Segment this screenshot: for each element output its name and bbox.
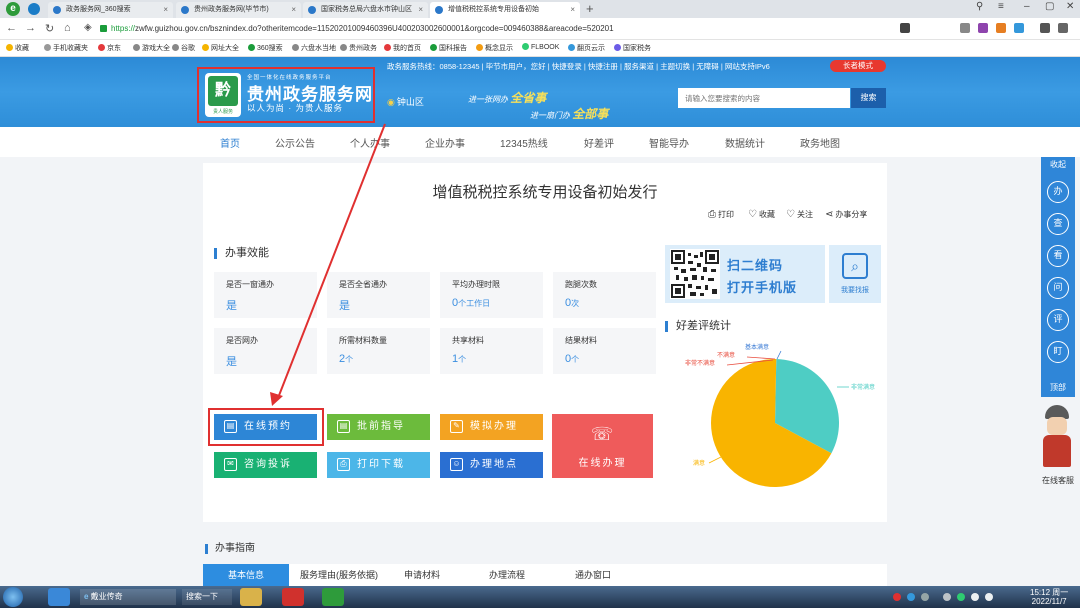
tab-window[interactable]: 通办窗口 [559, 564, 627, 587]
sidebar-ask-icon[interactable]: 问 [1047, 277, 1069, 299]
ie-icon: e [84, 592, 91, 601]
tray-icon[interactable] [957, 593, 965, 601]
tab-basic-info[interactable]: 基本信息 [203, 564, 289, 587]
tray-icon[interactable] [971, 593, 979, 601]
clock-time: 15:12 周一 [1030, 588, 1069, 597]
tray-icon[interactable] [907, 593, 915, 601]
taskbar-item-search[interactable]: 搜索一下 [182, 589, 232, 605]
tab-service-basis[interactable]: 服务理由(服务依据) [291, 564, 387, 587]
taskbar-item-browser[interactable]: e 戴业传奇 [80, 589, 176, 605]
sidebar-watch-icon[interactable]: 盯 [1047, 341, 1069, 363]
tab-materials[interactable]: 申请材料 [389, 564, 455, 587]
taskbar: e 戴业传奇 搜索一下 15:12 周一 2022/11/7 [0, 586, 1080, 608]
folder-icon[interactable] [240, 588, 262, 606]
tab-process[interactable]: 办理流程 [473, 564, 541, 587]
right-sidebar: 收起 办 查 看 问 评 盯 顶部 [1041, 157, 1075, 397]
tray-icon[interactable] [921, 593, 929, 601]
clock-date: 2022/11/7 [1031, 597, 1067, 606]
volume-icon[interactable] [985, 593, 993, 601]
avatar-body [1043, 435, 1071, 467]
sidebar-view-icon[interactable]: 看 [1047, 245, 1069, 267]
annotation-arrow [270, 123, 386, 406]
tray-icon[interactable] [943, 593, 951, 601]
taskbar-app-icon[interactable] [48, 588, 70, 606]
guide-title: 办事指南 [205, 544, 255, 554]
online-service-label[interactable]: 在线客服 [1036, 475, 1080, 486]
sidebar-rate-icon[interactable]: 评 [1047, 309, 1069, 331]
browser-360-icon[interactable] [322, 588, 344, 606]
guide-tabs: 基本信息 服务理由(服务依据) 申请材料 办理流程 通办窗口 [203, 564, 887, 587]
sidebar-handle-icon[interactable]: 办 [1047, 181, 1069, 203]
system-clock[interactable]: 15:12 周一 2022/11/7 [1030, 588, 1068, 606]
customer-service-avatar[interactable] [1036, 403, 1078, 469]
sidebar-collapse-button[interactable]: 收起 [1041, 159, 1075, 170]
tray-icon[interactable] [893, 593, 901, 601]
avatar-face [1047, 417, 1067, 435]
wps-icon[interactable] [282, 588, 304, 606]
back-to-top-button[interactable]: 顶部 [1041, 382, 1075, 393]
sidebar-query-icon[interactable]: 查 [1047, 213, 1069, 235]
start-button[interactable] [3, 587, 23, 607]
